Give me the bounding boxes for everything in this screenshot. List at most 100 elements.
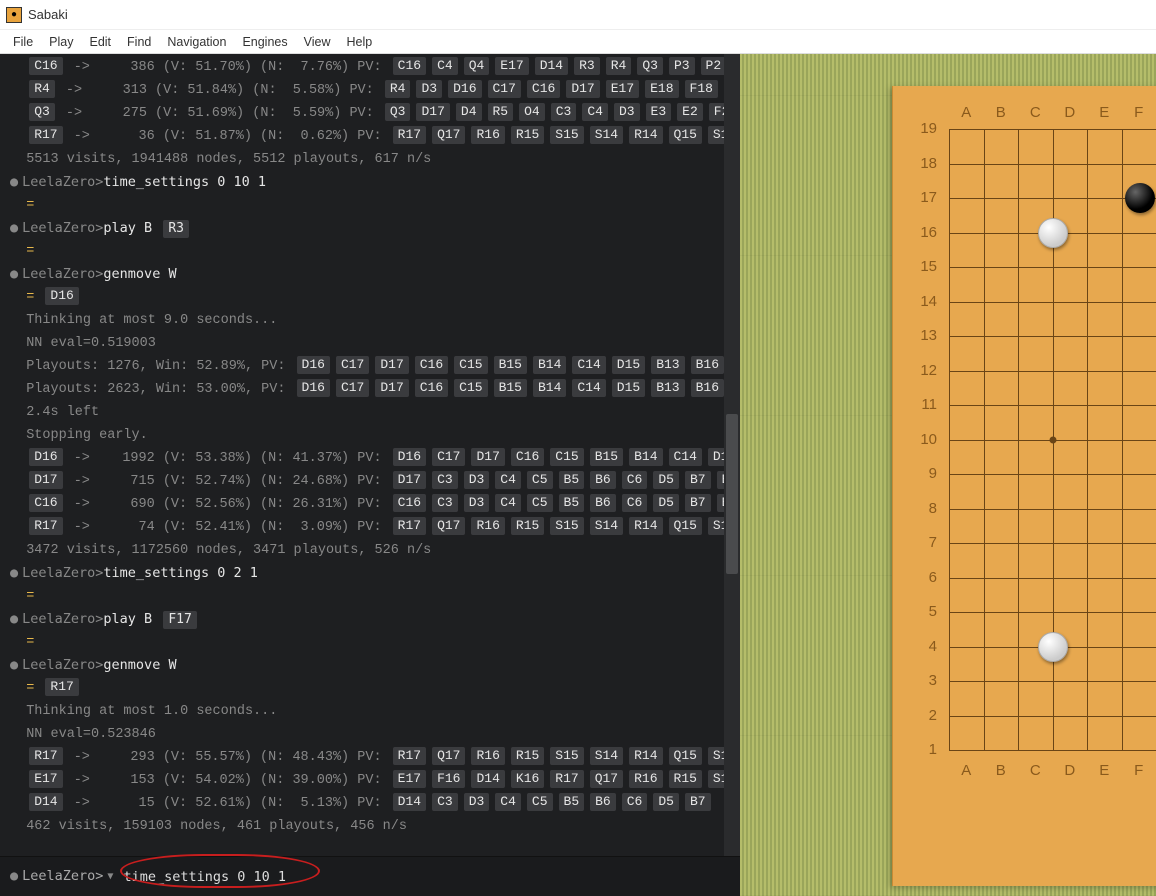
- move-chip: C5: [527, 793, 553, 811]
- menu-edit[interactable]: Edit: [82, 33, 118, 51]
- move-chip: Q17: [432, 126, 465, 144]
- coord-row: 18: [911, 155, 945, 190]
- move-chip: C17: [432, 448, 465, 466]
- move-chip: D17: [566, 80, 599, 98]
- coord-col: F: [1122, 762, 1156, 779]
- move-chip: R17: [393, 126, 426, 144]
- move-chip: P3: [669, 57, 695, 75]
- scrollbar-thumb[interactable]: [726, 414, 738, 574]
- move-chip: B7: [685, 494, 711, 512]
- menu-find[interactable]: Find: [120, 33, 158, 51]
- move-chip: C16: [393, 57, 426, 75]
- move-chip: C17: [488, 80, 521, 98]
- menu-navigation[interactable]: Navigation: [160, 33, 233, 51]
- move-chip: D3: [464, 471, 490, 489]
- coord-row: 13: [911, 327, 945, 362]
- move-chip: C16: [527, 80, 560, 98]
- move-chip: R17: [393, 747, 426, 765]
- dropdown-icon[interactable]: ▼: [107, 865, 113, 888]
- coord-row: 1: [911, 741, 945, 776]
- coord-row: 7: [911, 534, 945, 569]
- coord-row: 10: [911, 431, 945, 466]
- coord-row: 19: [911, 120, 945, 155]
- move-chip: D17: [29, 471, 62, 489]
- move-chip: R15: [511, 126, 544, 144]
- coord-row: 12: [911, 362, 945, 397]
- move-chip: C16: [29, 494, 62, 512]
- move-chip: B5: [559, 793, 585, 811]
- move-chip: E2: [677, 103, 703, 121]
- board-grid[interactable]: 19181716151413121110987654321: [949, 129, 1156, 750]
- move-chip: Q3: [29, 103, 55, 121]
- move-chip: C15: [454, 356, 487, 374]
- move-chip: S14: [590, 747, 623, 765]
- move-chip: Q4: [464, 57, 490, 75]
- move-chip: D17: [375, 356, 408, 374]
- move-chip: S15: [550, 747, 583, 765]
- move-chip: K16: [511, 770, 544, 788]
- coord-col: B: [984, 104, 1019, 121]
- menu-view[interactable]: View: [297, 33, 338, 51]
- coord-col: D: [1053, 104, 1088, 121]
- coord-row: 3: [911, 672, 945, 707]
- window-title: Sabaki: [28, 7, 68, 22]
- coord-row: 16: [911, 224, 945, 259]
- move-chip: C3: [432, 494, 458, 512]
- move-chip: Q3: [385, 103, 411, 121]
- move-chip: B6: [590, 471, 616, 489]
- move-chip: C5: [527, 471, 553, 489]
- move-chip: S14: [590, 517, 623, 535]
- black-stone[interactable]: [1125, 183, 1155, 213]
- move-chip: B7: [685, 793, 711, 811]
- white-stone[interactable]: [1038, 218, 1068, 248]
- move-chip: E17: [393, 770, 426, 788]
- coord-col: A: [949, 762, 984, 779]
- move-chip: S15: [550, 126, 583, 144]
- scrollbar[interactable]: [724, 54, 740, 856]
- coords-top: ABCDEF: [911, 104, 1156, 121]
- move-chip: B6: [590, 494, 616, 512]
- move-chip: R4: [385, 80, 411, 98]
- move-chip: D3: [464, 494, 490, 512]
- menu-help[interactable]: Help: [340, 33, 380, 51]
- coord-row: 15: [911, 258, 945, 293]
- move-chip: D17: [416, 103, 449, 121]
- white-stone[interactable]: [1038, 632, 1068, 662]
- move-chip: R16: [471, 747, 504, 765]
- menu-file[interactable]: File: [6, 33, 40, 51]
- go-board[interactable]: ABCDEF 19181716151413121110987654321 ABC…: [892, 86, 1156, 886]
- coord-row: 6: [911, 569, 945, 604]
- move-chip: Q15: [669, 126, 702, 144]
- menu-bar: FilePlayEditFindNavigationEnginesViewHel…: [0, 30, 1156, 54]
- move-chip: D17: [393, 471, 426, 489]
- console-input[interactable]: [123, 869, 423, 885]
- move-chip: D15: [612, 379, 645, 397]
- move-chip: D3: [464, 793, 490, 811]
- coord-row: 17: [911, 189, 945, 224]
- move-chip: C3: [432, 471, 458, 489]
- move-chip: D16: [393, 448, 426, 466]
- move-chip: E17: [495, 57, 528, 75]
- menu-play[interactable]: Play: [42, 33, 80, 51]
- move-chip: C17: [336, 356, 369, 374]
- move-chip: R15: [669, 770, 702, 788]
- move-chip: R17: [45, 678, 78, 696]
- coords-bottom: ABCDEF: [911, 762, 1156, 779]
- move-chip: C16: [29, 57, 62, 75]
- move-chip: C15: [550, 448, 583, 466]
- move-chip: Q3: [637, 57, 663, 75]
- move-chip: R17: [550, 770, 583, 788]
- move-chip: R3: [574, 57, 600, 75]
- move-chip: D5: [653, 793, 679, 811]
- move-chip: Q17: [432, 747, 465, 765]
- move-chip: C17: [336, 379, 369, 397]
- move-chip: C6: [622, 793, 648, 811]
- move-chip: D3: [416, 80, 442, 98]
- move-chip: C6: [622, 494, 648, 512]
- move-chip: C16: [415, 379, 448, 397]
- move-chip: C15: [454, 379, 487, 397]
- coord-col: F: [1122, 104, 1156, 121]
- star-point: [1049, 436, 1056, 443]
- menu-engines[interactable]: Engines: [235, 33, 294, 51]
- move-chip: B14: [629, 448, 662, 466]
